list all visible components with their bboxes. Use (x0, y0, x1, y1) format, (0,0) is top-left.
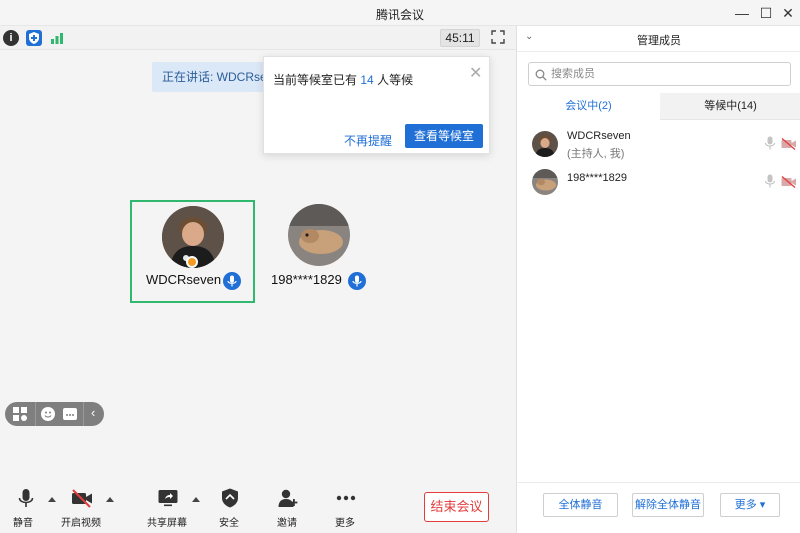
waiting-room-message: 当前等候室已有 14 人等候 (273, 73, 414, 87)
security-shield-icon (219, 487, 241, 509)
layout-icon[interactable] (13, 407, 27, 421)
signal-icon[interactable] (49, 30, 65, 46)
end-meeting-button[interactable]: 结束会议 (424, 492, 489, 522)
share-options-caret[interactable] (192, 497, 200, 502)
info-icon[interactable]: i (3, 30, 19, 46)
fullscreen-icon[interactable] (490, 29, 506, 45)
microphone-icon (15, 487, 37, 509)
window-title: 腾讯会议 (375, 8, 424, 22)
mic-icon (223, 272, 241, 290)
member-name: WDCRseven (567, 130, 631, 142)
panel-header: ⌄ 管理成员 (517, 26, 800, 52)
floating-toolbar: ‹ (5, 402, 104, 426)
shield-icon[interactable] (26, 30, 42, 46)
speaking-indicator: 正在讲话: WDCRseven (152, 62, 264, 92)
close-icon[interactable]: ✕ (469, 63, 482, 83)
close-window-button[interactable]: ✕ (778, 3, 798, 23)
invite-button[interactable]: 邀请 (262, 481, 312, 533)
video-off-icon[interactable] (781, 175, 797, 188)
mic-icon (348, 272, 366, 290)
avatar (532, 169, 558, 195)
search-icon (535, 68, 547, 81)
title-bar: 腾讯会议 — ☐ ✕ (0, 0, 800, 26)
start-video-button[interactable]: 开启视频 (56, 481, 106, 533)
member-row[interactable]: 198****1829 (517, 166, 800, 206)
emoji-icon[interactable] (41, 407, 55, 421)
meeting-main-area: i 45:11 正在讲话: WDCRseven 当前等候室已有 14 人等候 ✕… (0, 26, 516, 533)
search-input[interactable] (551, 66, 781, 82)
panel-more-button[interactable]: 更多 ▾ (720, 493, 780, 517)
meeting-timer: 45:11 (440, 29, 480, 47)
tab-waiting[interactable]: 等候中(14) (660, 93, 800, 120)
panel-title: 管理成员 (637, 35, 681, 47)
mic-icon[interactable] (764, 174, 776, 188)
more-dots-icon (335, 487, 357, 509)
avatar (288, 204, 350, 266)
collapse-icon[interactable]: ‹ (91, 405, 95, 420)
tab-in-meeting[interactable]: 会议中(2) (517, 93, 660, 120)
maximize-button[interactable]: ☐ (756, 3, 776, 23)
waiting-room-notice: 当前等候室已有 14 人等候 ✕ 不再提醒 查看等候室 (263, 56, 490, 154)
member-search[interactable] (528, 62, 791, 86)
host-badge-icon (186, 256, 198, 268)
dont-remind-link[interactable]: 不再提醒 (344, 132, 392, 149)
mute-all-button[interactable]: 全体静音 (543, 493, 618, 517)
video-off-icon (71, 487, 93, 509)
panel-footer: 全体静音 解除全体静音 更多 ▾ (517, 482, 800, 532)
participant-name: WDCRseven (146, 272, 222, 287)
member-row[interactable]: WDCRseven (主持人, 我) (517, 128, 800, 168)
participant-tile[interactable]: 198****1829 (264, 200, 374, 303)
minimize-button[interactable]: — (732, 3, 752, 23)
divider (35, 402, 36, 426)
video-options-caret[interactable] (106, 497, 114, 502)
video-off-icon[interactable] (781, 137, 797, 150)
manage-members-panel: ⌄ 管理成员 会议中(2) 等候中(14) WDCRseven (主持人, 我)… (516, 26, 800, 533)
share-screen-icon (157, 487, 179, 509)
mute-options-caret[interactable] (48, 497, 56, 502)
mute-button[interactable]: 静音 (0, 481, 50, 533)
unmute-all-button[interactable]: 解除全体静音 (632, 493, 704, 517)
chat-icon[interactable] (63, 408, 77, 420)
divider (83, 402, 84, 426)
mic-icon[interactable] (764, 136, 776, 150)
view-waiting-room-button[interactable]: 查看等候室 (405, 124, 483, 148)
member-role: (主持人, 我) (567, 148, 625, 160)
security-button[interactable]: 安全 (204, 481, 254, 533)
participant-tile-active[interactable]: WDCRseven (130, 200, 255, 303)
more-button[interactable]: 更多 (320, 481, 370, 533)
share-screen-button[interactable]: 共享屏幕 (142, 481, 192, 533)
avatar (532, 131, 558, 157)
participant-name: 198****1829 (271, 272, 342, 287)
status-bar: i 45:11 (0, 26, 516, 50)
meeting-toolbar: 静音 开启视频 共享屏幕 安全 邀请 更多 结束会议 (0, 481, 516, 533)
member-name: 198****1829 (567, 172, 627, 184)
waiting-count: 14 (360, 73, 374, 87)
add-user-icon (277, 487, 299, 509)
